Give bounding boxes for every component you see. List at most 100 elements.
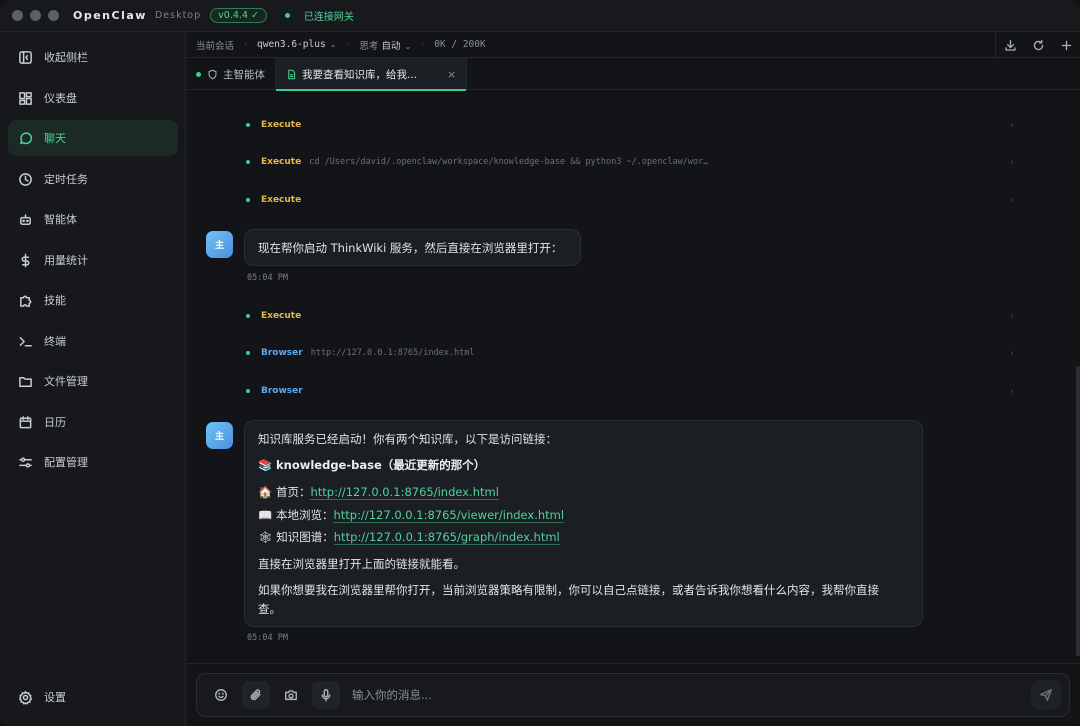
link-label: 首页： — [275, 485, 311, 499]
chevron-right-icon: › — [1010, 310, 1014, 322]
download-icon — [1004, 39, 1016, 51]
kb-name: knowledge-base（最近更新的那个） — [275, 458, 486, 472]
app-subtitle: Desktop — [154, 10, 202, 21]
folder-icon — [18, 374, 33, 389]
voice-button[interactable] — [312, 681, 340, 709]
maximize-window-button[interactable] — [48, 10, 59, 21]
model-selector[interactable]: qwen3.6-plus ⌄ — [257, 39, 336, 50]
tool-call-row[interactable]: Execute › — [246, 307, 1014, 325]
sidebar-item-label: 智能体 — [44, 213, 77, 226]
sidebar-item-label: 仪表盘 — [44, 92, 77, 105]
sidebar-item-usage[interactable]: 用量统计 — [8, 242, 178, 278]
sidebar-item-label: 用量统计 — [44, 254, 88, 267]
camera-button[interactable] — [277, 681, 305, 709]
session-tabs: 主智能体 我要查看知识库，给我... × — [186, 58, 1080, 91]
chevron-right-icon: › — [1010, 119, 1014, 131]
tool-call-row[interactable]: Browser › — [246, 382, 1014, 400]
composer-area — [186, 663, 1080, 726]
tool-name: Execute — [261, 157, 302, 167]
sidebar-item-chat[interactable]: 聊天 — [8, 120, 178, 156]
think-selector[interactable]: 思考 自动 ⌄ — [359, 38, 411, 52]
agent-avatar: 主 — [206, 422, 233, 449]
terminal-icon — [18, 334, 33, 349]
microphone-icon — [321, 689, 331, 702]
chat-scrollbar[interactable] — [1076, 366, 1080, 656]
new-session-button[interactable] — [1052, 32, 1080, 58]
sidebar-item-label: 文件管理 — [44, 375, 88, 388]
plus-icon — [1061, 40, 1071, 50]
tool-name: Execute — [261, 120, 302, 130]
clock-icon — [18, 172, 33, 187]
send-icon — [1040, 689, 1052, 701]
sidebar-item-calendar[interactable]: 日历 — [8, 404, 178, 440]
sidebar-item-label: 收起侧栏 — [44, 51, 88, 64]
message-text: 现在帮你启动 ThinkWiki 服务，然后直接在浏览器里打开： — [258, 241, 563, 255]
sidebar-item-label: 聊天 — [44, 132, 66, 145]
tool-arg: cd /Users/david/.openclaw/workspace/know… — [309, 157, 709, 167]
chevron-right-icon: › — [1010, 347, 1014, 359]
sidebar-item-label: 定时任务 — [44, 173, 88, 186]
download-button[interactable] — [996, 32, 1024, 58]
tab-main-agent[interactable]: 主智能体 — [186, 58, 275, 90]
link-line-home: 🏠 首页：http://127.0.0.1:8765/index.html — [258, 484, 499, 500]
tab-label: 我要查看知识库，给我... — [302, 68, 418, 81]
tool-arg: http://127.0.0.1:8765/index.html — [310, 348, 475, 358]
sidebar-item-files[interactable]: 文件管理 — [8, 363, 178, 399]
viewer-link[interactable]: http://127.0.0.1:8765/viewer/index.html — [333, 508, 565, 523]
book-icon: 📖 — [258, 508, 273, 522]
window-controls — [12, 10, 59, 21]
chat-transcript[interactable]: Execute › Execute cd /Users/david/.openc… — [186, 91, 1080, 663]
refresh-button[interactable] — [1024, 32, 1052, 58]
chat-icon — [18, 131, 33, 146]
sliders-icon — [18, 455, 33, 470]
sidebar-item-terminal[interactable]: 终端 — [8, 323, 178, 359]
books-icon: 📚 — [258, 458, 273, 472]
chevron-down-icon: ⌄ — [329, 40, 337, 49]
close-window-button[interactable] — [12, 10, 23, 21]
graph-icon: 🕸 — [258, 530, 273, 544]
send-button[interactable] — [1031, 680, 1061, 710]
message-intro: 知识库服务已经启动！你有两个知识库，以下是访问链接： — [258, 432, 557, 446]
dollar-icon — [18, 253, 33, 268]
sidebar-item-dashboard[interactable]: 仪表盘 — [8, 80, 178, 116]
camera-icon — [285, 690, 297, 701]
message-input[interactable] — [352, 688, 1031, 702]
chevron-right-icon: › — [1010, 385, 1014, 397]
graph-link[interactable]: http://127.0.0.1:8765/graph/index.html — [333, 530, 560, 545]
gateway-status: 已连接网关 — [303, 12, 354, 23]
sidebar-item-skills[interactable]: 技能 — [8, 282, 178, 318]
message-help-line2: 查。 — [258, 602, 281, 616]
tool-call-row[interactable]: Execute › — [246, 191, 1014, 209]
tool-call-row[interactable]: Execute cd /Users/david/.openclaw/worksp… — [246, 153, 1014, 171]
attach-button[interactable] — [242, 681, 270, 709]
session-toolbar: 当前会话 · qwen3.6-plus ⌄ · 思考 自动 ⌄ · 0K / 200… — [186, 32, 1080, 58]
tab-knowledge-base[interactable]: 我要查看知识库，给我... × — [275, 58, 468, 91]
sidebar-item-settings[interactable]: 设置 — [8, 679, 178, 715]
tool-name: Browser — [261, 386, 303, 396]
tool-name: Execute — [261, 311, 302, 321]
gateway-status-dot — [284, 13, 290, 18]
message-direct: 直接在浏览器里打开上面的链接就能看。 — [258, 557, 465, 571]
sidebar-item-scheduled-tasks[interactable]: 定时任务 — [8, 161, 178, 197]
sidebar-item-agents[interactable]: 智能体 — [8, 201, 178, 237]
robot-icon — [18, 212, 33, 227]
close-tab-icon[interactable]: × — [447, 68, 456, 81]
message-composer — [196, 673, 1070, 717]
minimize-window-button[interactable] — [30, 10, 41, 21]
sidebar-item-label: 设置 — [44, 691, 66, 704]
home-link[interactable]: http://127.0.0.1:8765/index.html — [310, 485, 499, 500]
file-icon — [288, 69, 296, 79]
session-label: 当前会话 — [196, 40, 235, 52]
tool-call-row[interactable]: Execute › — [246, 116, 1014, 134]
emoji-button[interactable] — [207, 681, 235, 709]
kb-heading: 📚 knowledge-base（最近更新的那个） — [258, 457, 485, 473]
shield-icon — [208, 69, 217, 79]
title-bar: OpenClaw Desktop v0.4.4 ✓ 已连接网关 — [0, 0, 1080, 32]
sidebar-item-config[interactable]: 配置管理 — [8, 444, 178, 480]
sidebar-item-collapse[interactable]: 收起侧栏 — [8, 39, 178, 75]
message-timestamp: 05:04 PM — [247, 633, 288, 643]
link-label: 本地浏览： — [275, 508, 334, 522]
assistant-message-bubble: 知识库服务已经启动！你有两个知识库，以下是访问链接： 📚 knowledge-b… — [244, 420, 923, 627]
tool-call-row[interactable]: Browser http://127.0.0.1:8765/index.html… — [246, 344, 1014, 362]
dashboard-icon — [18, 91, 33, 106]
